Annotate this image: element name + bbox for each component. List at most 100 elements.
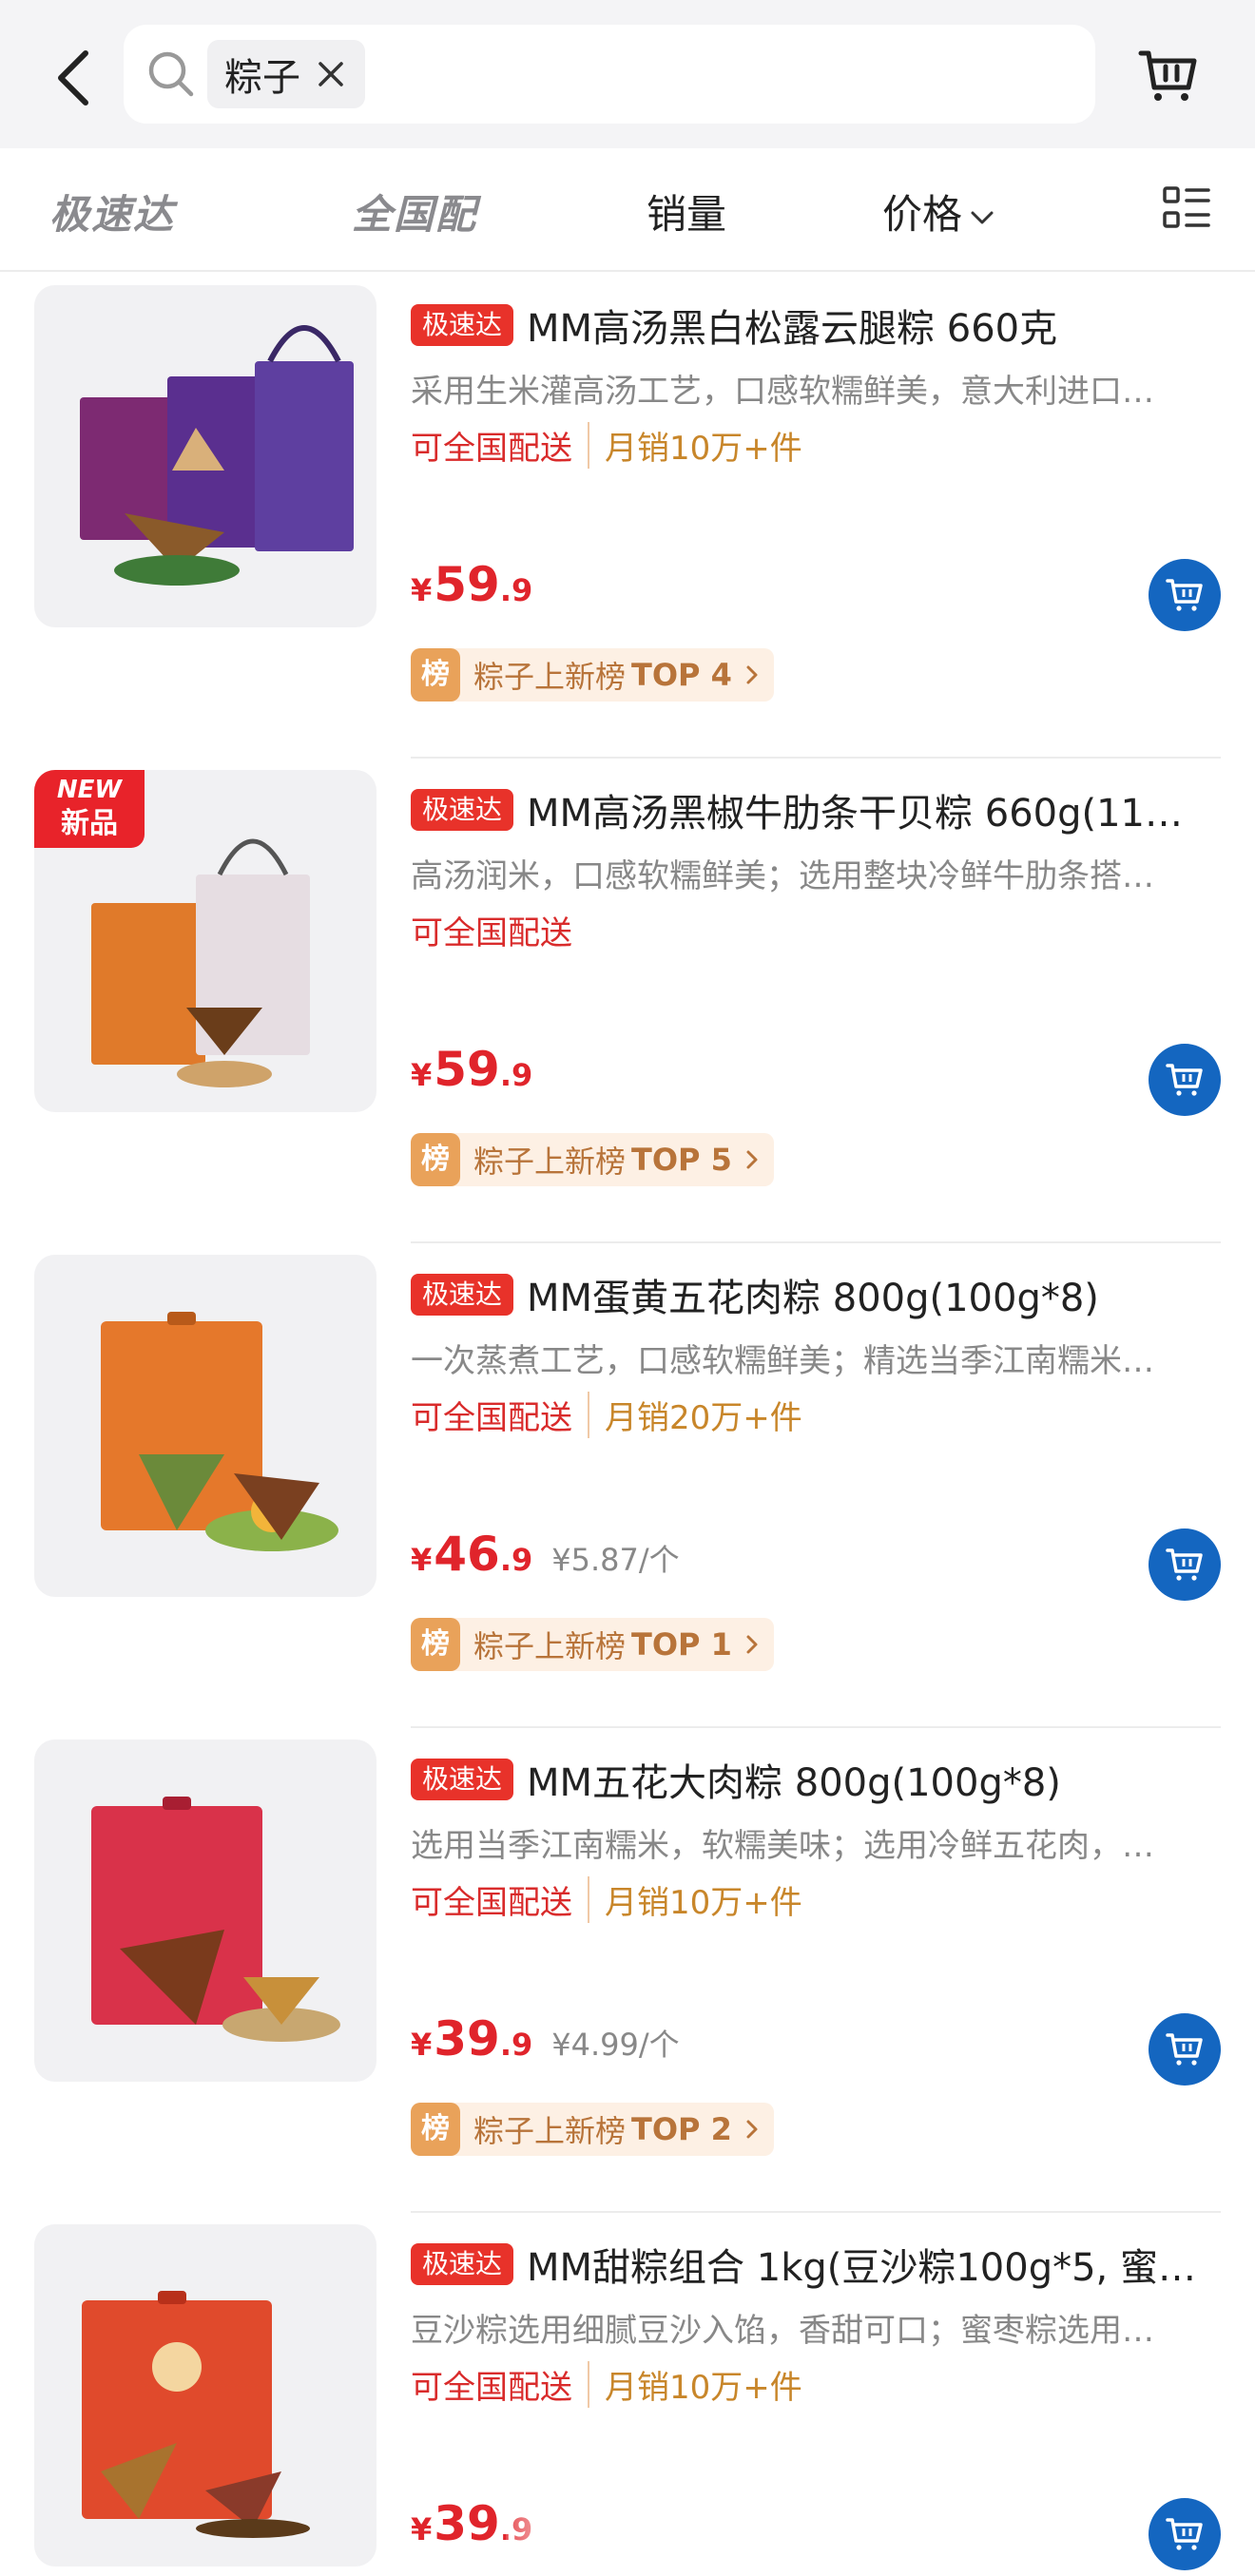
rank-list-name: 粽子上新榜: [473, 2113, 627, 2149]
add-to-cart-button[interactable]: [1149, 1528, 1221, 1601]
unit-price: ¥5.87/个: [551, 1542, 680, 1578]
product-card[interactable]: NEW 新品 极速达 MM高汤黑椒牛肋条干贝粽 660g(11… 高汤润米，口感…: [0, 757, 1255, 1241]
price-currency: ¥: [411, 1057, 433, 1093]
add-to-cart-button[interactable]: [1149, 2013, 1221, 2086]
product-description: 豆沙粽选用细腻豆沙入馅，香甜可口；蜜枣粽选用…: [411, 2312, 1154, 2350]
shipping-row: 可全国配送 月销10万+件: [411, 1876, 802, 1923]
rank-position: TOP 2: [631, 2111, 732, 2147]
price-integer: 59: [434, 1042, 500, 1097]
shipping-info: 可全国配送: [411, 1884, 572, 1922]
price-integer: 59: [434, 557, 500, 612]
new-badge-en: NEW: [56, 776, 123, 804]
shipping-row: 可全国配送 月销10万+件: [411, 2361, 802, 2408]
product-photo-bag: [91, 1797, 340, 2042]
price: ¥ 59 .9: [411, 557, 532, 620]
chevron-left-icon: [58, 50, 88, 106]
sort-price-label: 价格: [882, 191, 963, 238]
monthly-sales: 月销10万+件: [588, 2361, 802, 2408]
price-integer: 39: [434, 2011, 500, 2067]
obscured-area: [506, 2487, 753, 2563]
divider: [411, 1726, 1221, 1728]
product-image[interactable]: [34, 2224, 376, 2566]
chevron-right-icon: [746, 1150, 758, 1169]
product-card[interactable]: 极速达 MM高汤黑白松露云腿粽 660克 采用生米灌高汤工艺，口感软糯鲜美，意大…: [0, 272, 1255, 757]
product-photo-bag: [82, 2291, 310, 2538]
product-description: 采用生米灌高汤工艺，口感软糯鲜美，意大利进口…: [411, 373, 1154, 411]
product-description: 一次蒸煮工艺，口感软糯鲜美；精选当季江南糯米…: [411, 1342, 1154, 1380]
new-product-badge: NEW 新品: [34, 770, 145, 848]
ranking-badge[interactable]: 榜 粽子上新榜 TOP 4: [411, 648, 774, 702]
filter-nationwide[interactable]: 全国配: [352, 183, 477, 240]
product-title-row[interactable]: 极速达 MM甜粽组合 1kg(豆沙粽100g*5, 蜜…: [411, 2240, 1221, 2289]
fast-delivery-tag: 极速达: [411, 2243, 514, 2285]
shipping-row: 可全国配送 月销20万+件: [411, 1392, 802, 1438]
cart-button[interactable]: [1137, 46, 1200, 105]
shipping-row: 可全国配送: [411, 907, 572, 953]
price-integer: 39: [434, 2496, 500, 2551]
rank-list-name: 粽子上新榜: [473, 659, 627, 695]
divider: [411, 2211, 1221, 2213]
shipping-info: 可全国配送: [411, 430, 572, 468]
product-image[interactable]: [34, 1255, 376, 1597]
product-card[interactable]: 极速达 MM五花大肉粽 800g(100g*8) 选用当季江南糯米，软糯美味；选…: [0, 1726, 1255, 2211]
search-icon: [148, 51, 194, 97]
chevron-right-icon: [746, 1635, 758, 1654]
ranking-badge[interactable]: 榜 粽子上新榜 TOP 1: [411, 1618, 774, 1671]
product-image[interactable]: [34, 285, 376, 627]
rank-icon: 榜: [411, 1618, 460, 1671]
shipping-info: 可全国配送: [411, 914, 572, 952]
price: ¥ 59 .9: [411, 1042, 532, 1105]
product-title: MM高汤黑白松露云腿粽 660克: [527, 307, 1058, 350]
product-description: 高汤润米，口感软糯鲜美；选用整块冷鲜牛肋条搭…: [411, 857, 1154, 895]
rank-position: TOP 4: [631, 657, 732, 693]
product-title-row[interactable]: 极速达 MM高汤黑白松露云腿粽 660克: [411, 300, 1221, 350]
product-title: MM蛋黄五花肉粽 800g(100g*8): [527, 1277, 1099, 1319]
ranking-badge[interactable]: 榜 粽子上新榜 TOP 2: [411, 2103, 774, 2156]
cart-add-icon: [1166, 2518, 1203, 2550]
product-title-row[interactable]: 极速达 MM五花大肉粽 800g(100g*8): [411, 1755, 1221, 1804]
product-card[interactable]: 极速达 MM甜粽组合 1kg(豆沙粽100g*5, 蜜… 豆沙粽选用细腻豆沙入馅…: [0, 2211, 1255, 2576]
product-title: MM五花大肉粽 800g(100g*8): [527, 1761, 1061, 1804]
unit-price: ¥4.99/个: [551, 2027, 680, 2063]
product-title-row[interactable]: 极速达 MM高汤黑椒牛肋条干贝粽 660g(11…: [411, 785, 1221, 835]
divider: [411, 757, 1221, 759]
shopping-cart-icon: [1138, 50, 1197, 101]
chevron-right-icon: [746, 665, 758, 684]
search-keyword-text: 粽子: [224, 56, 300, 100]
cart-add-icon: [1166, 579, 1203, 611]
ranking-badge[interactable]: 榜 粽子上新榜 TOP 5: [411, 1133, 774, 1186]
product-card[interactable]: 极速达 MM蛋黄五花肉粽 800g(100g*8) 一次蒸煮工艺，口感软糯鲜美；…: [0, 1241, 1255, 1726]
divider: [411, 1241, 1221, 1243]
filter-fast-delivery[interactable]: 极速达: [49, 183, 175, 240]
price-currency: ¥: [411, 2027, 433, 2063]
cart-add-icon: [1166, 2033, 1203, 2066]
cart-add-icon: [1166, 1064, 1203, 1096]
product-title-row[interactable]: 极速达 MM蛋黄五花肉粽 800g(100g*8): [411, 1270, 1221, 1319]
chevron-down-icon: [971, 211, 994, 223]
price-integer: 46: [434, 1527, 500, 1582]
sort-price[interactable]: 价格: [882, 183, 994, 240]
add-to-cart-button[interactable]: [1149, 2498, 1221, 2570]
search-keyword-chip[interactable]: 粽子: [207, 40, 365, 108]
price: ¥ 39 .9 ¥4.99/个: [411, 2011, 680, 2074]
search-input[interactable]: 粽子: [124, 25, 1095, 124]
shipping-info: 可全国配送: [411, 2369, 572, 2407]
close-icon[interactable]: [316, 59, 346, 89]
product-image[interactable]: NEW 新品: [34, 770, 376, 1112]
product-image[interactable]: [34, 1740, 376, 2082]
product-photo-bag: [101, 1312, 338, 1551]
add-to-cart-button[interactable]: [1149, 1044, 1221, 1116]
product-title: MM高汤黑椒牛肋条干贝粽 660g(11…: [527, 792, 1183, 835]
price-decimal: .9: [499, 1542, 533, 1578]
list-layout-icon[interactable]: [1162, 184, 1211, 232]
shipping-info: 可全国配送: [411, 1399, 572, 1437]
price-currency: ¥: [411, 1542, 433, 1578]
add-to-cart-button[interactable]: [1149, 559, 1221, 631]
back-button[interactable]: [48, 42, 105, 114]
sort-sales[interactable]: 销量: [647, 183, 726, 240]
fast-delivery-tag: 极速达: [411, 304, 514, 346]
price: ¥ 46 .9 ¥5.87/个: [411, 1527, 680, 1589]
monthly-sales: 月销10万+件: [588, 422, 802, 469]
fast-delivery-tag: 极速达: [411, 789, 514, 831]
price-currency: ¥: [411, 2511, 433, 2547]
